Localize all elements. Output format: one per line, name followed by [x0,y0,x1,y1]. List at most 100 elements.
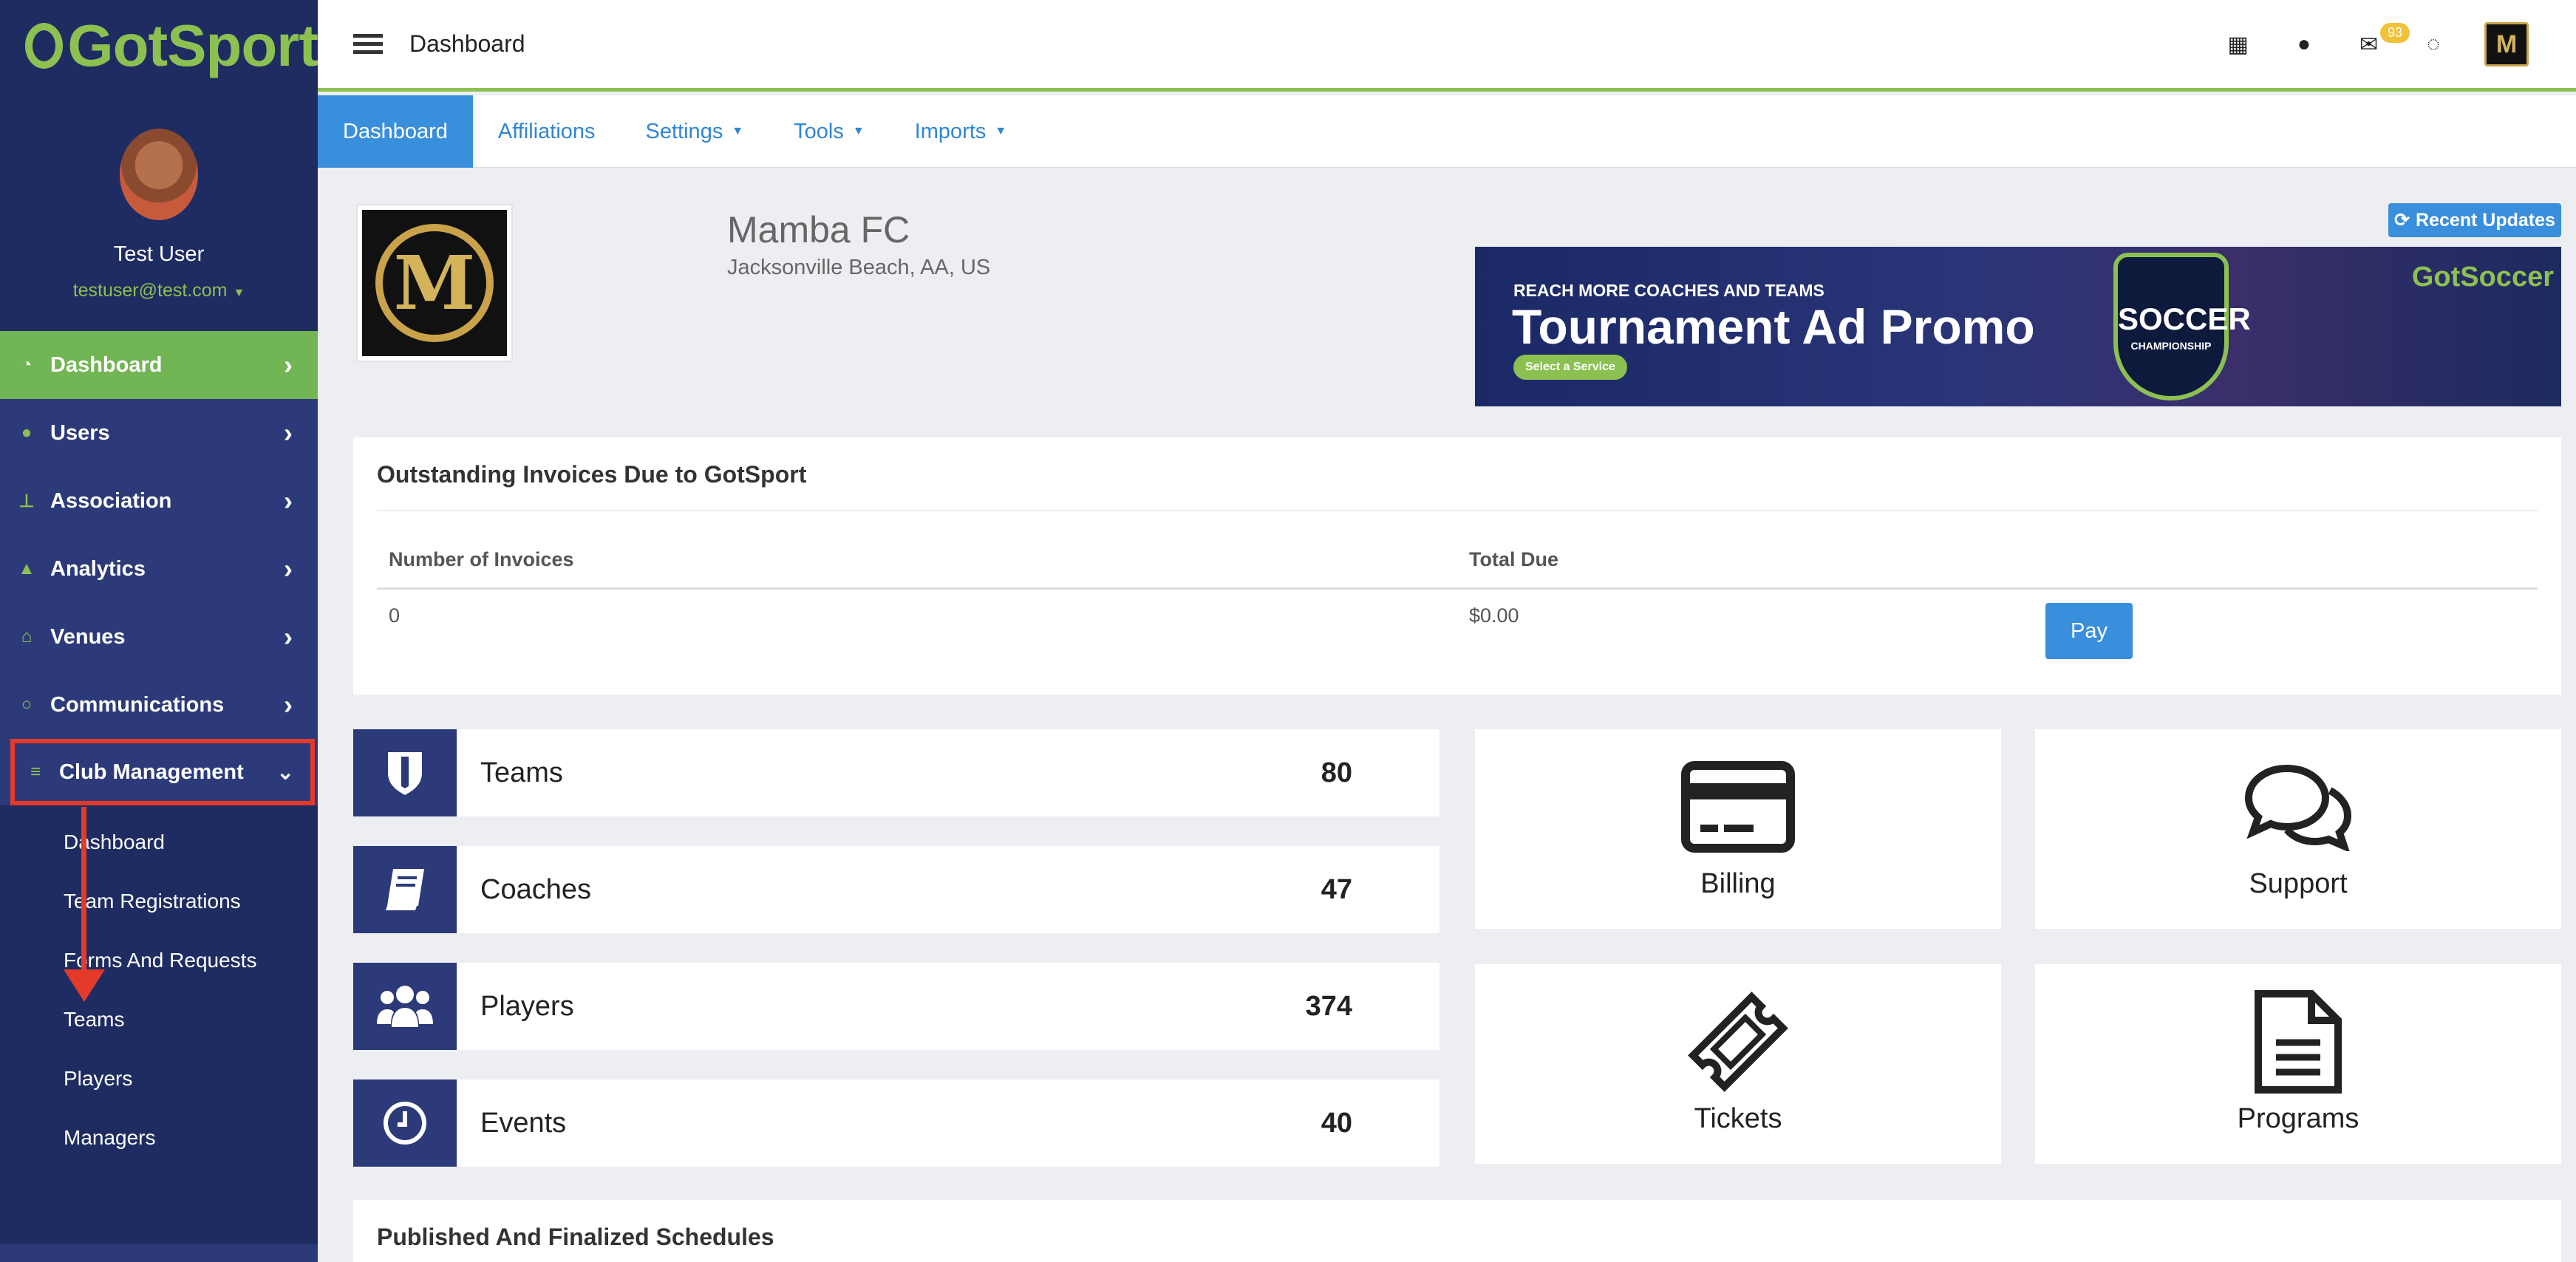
stat-players[interactable]: Players 374 [353,963,1439,1050]
logo-mark-icon [25,23,64,69]
stat-coaches[interactable]: Coaches 47 [353,846,1439,933]
sidebar-item-users[interactable]: ● Users › [0,399,318,467]
stat-label: Players [480,991,574,1022]
soccer-championship-badge: SOCCER CHAMPIONSHIP [2113,253,2251,400]
recent-updates-button[interactable]: ⟳ Recent Updates [2388,203,2561,237]
stat-label: Events [480,1108,567,1139]
ad-brand: GotSoccer [2411,262,2554,293]
tab-tools[interactable]: Tools ▼ [769,95,890,168]
tile-support[interactable]: Support [2035,729,2561,929]
ad-subtitle: REACH MORE COACHES AND TEAMS [1513,281,1824,300]
tile-label: Programs [2237,1103,2359,1134]
submenu-item-teams[interactable]: Teams [0,990,318,1049]
tab-imports[interactable]: Imports ▼ [890,95,1032,168]
list-icon: ≡ [30,762,41,782]
club-location: Jacksonville Beach, AA, US [727,256,991,279]
stat-label: Coaches [480,874,591,905]
invoices-panel: Outstanding Invoices Due to GotSport Num… [353,437,2561,695]
submenu-item-players[interactable]: Players [0,1049,318,1108]
tile-tickets[interactable]: Tickets [1475,964,2001,1164]
ad-title: Tournament Ad Promo [1512,299,2035,354]
sidebar-item-label: Users [50,420,110,445]
stat-label: Teams [480,757,563,788]
promo-banner[interactable]: REACH MORE COACHES AND TEAMS Tournament … [1475,247,2561,406]
club-name: Mamba FC [727,209,910,250]
stat-events[interactable]: Events 40 [353,1079,1439,1167]
sidebar: GotSport Test User testuser@test.com ▼ ◔ … [0,0,318,1262]
user-email-dropdown[interactable]: testuser@test.com ▼ [0,280,318,301]
stat-value: 47 [1321,874,1352,905]
tab-affiliations[interactable]: Affiliations [473,95,621,168]
tab-label: Affiliations [497,119,596,143]
top-icons: ▦ ● ✉ 93 ◌ M [2179,22,2529,66]
envelope-icon[interactable]: ✉ 93 [2359,22,2410,58]
ad-select-service-button[interactable]: Select a Service [1513,355,1627,380]
tab-settings[interactable]: Settings ▼ [621,95,769,168]
user-email: testuser@test.com [72,280,228,301]
col-total-header: Total Due [1469,548,1558,570]
sidebar-item-dashboard[interactable]: ◔ Dashboard › [0,331,318,399]
invoice-total: $0.00 [1469,604,1519,627]
sidebar-item-venues[interactable]: ⌂ Venues › [0,603,318,671]
chevron-right-icon: › [284,349,293,380]
chevron-right-icon: › [284,485,293,516]
sidebar-item-club-management[interactable]: ≡ Club Management ⌄ [10,739,315,805]
submenu-item-team-registrations[interactable]: Team Registrations [0,872,318,931]
recent-updates-label: Recent Updates [2416,209,2555,231]
col-number-header: Number of Invoices [389,548,574,570]
annotation-arrow-line [81,807,86,977]
logo-text: GotSport [67,13,318,78]
caret-down-icon: ▼ [732,125,744,137]
submenu-item-dashboard[interactable]: Dashboard [0,813,318,872]
submenu-item-forms-and-requests[interactable]: Forms And Requests [0,931,318,990]
mail-badge: 93 [2380,22,2410,43]
chevron-right-icon: › [284,621,293,652]
qr-code-icon[interactable]: ▦ [2228,32,2249,58]
user-panel: Test User testuser@test.com ▼ [0,92,318,331]
tile-label: Support [2249,868,2348,899]
tab-dashboard[interactable]: Dashboard [318,95,473,168]
sidebar-item-association[interactable]: ⊥ Association › [0,467,318,535]
hamburger-menu-icon[interactable] [353,30,383,58]
sidebar-item-label: Analytics [50,556,146,581]
caret-down-icon: ▼ [995,125,1007,137]
chevron-right-icon: › [284,553,293,584]
refresh-icon: ⟳ [2394,210,2410,231]
clock-icon [353,1079,457,1167]
caret-down-icon: ▼ [233,287,245,299]
tab-label: Imports [914,119,987,143]
dashboard-icon: ◔ [21,355,33,375]
shield-icon [353,729,457,816]
user-icon[interactable]: ● [2297,32,2311,57]
users-icon [353,963,457,1050]
submenu-item-managers[interactable]: Managers [0,1108,318,1167]
club-logo-letter: M [375,224,494,342]
gotsport-logo[interactable]: GotSport [0,0,318,92]
badge-sub-text: CHAMPIONSHIP [2130,340,2212,352]
tab-label: Tools [794,119,844,143]
stat-teams[interactable]: Teams 80 [353,729,1439,816]
tile-programs[interactable]: Programs [2035,964,2561,1164]
club-avatar[interactable]: M [2484,22,2529,66]
tile-billing[interactable]: Billing [1475,729,2001,929]
tab-label: Dashboard [343,119,448,143]
top-bar: Dashboard ▦ ● ✉ 93 ◌ M [318,0,2576,92]
pay-button[interactable]: Pay [2045,603,2133,659]
sitemap-icon: ⊥ [18,491,35,511]
sidebar-item-label: Communications [50,692,225,717]
club-logo: M [356,204,513,362]
page-title: Dashboard [409,30,525,57]
divider [377,510,2538,511]
tile-label: Tickets [1694,1103,1782,1134]
chevron-down-icon: ⌄ [276,760,294,784]
user-avatar [120,129,198,220]
comments-icon: ○ [21,695,33,714]
chevron-right-icon: › [284,689,293,720]
badge-main-text: SOCCER [2118,301,2251,336]
comments-icon[interactable]: ◌ [2427,32,2440,57]
ticket-icon [1475,986,2001,1097]
sidebar-item-analytics[interactable]: ▲ Analytics › [0,535,318,603]
sidebar-item-communications[interactable]: ○ Communications › [0,671,318,739]
invoices-title: Outstanding Invoices Due to GotSport [377,461,807,488]
user-name: Test User [113,242,205,266]
